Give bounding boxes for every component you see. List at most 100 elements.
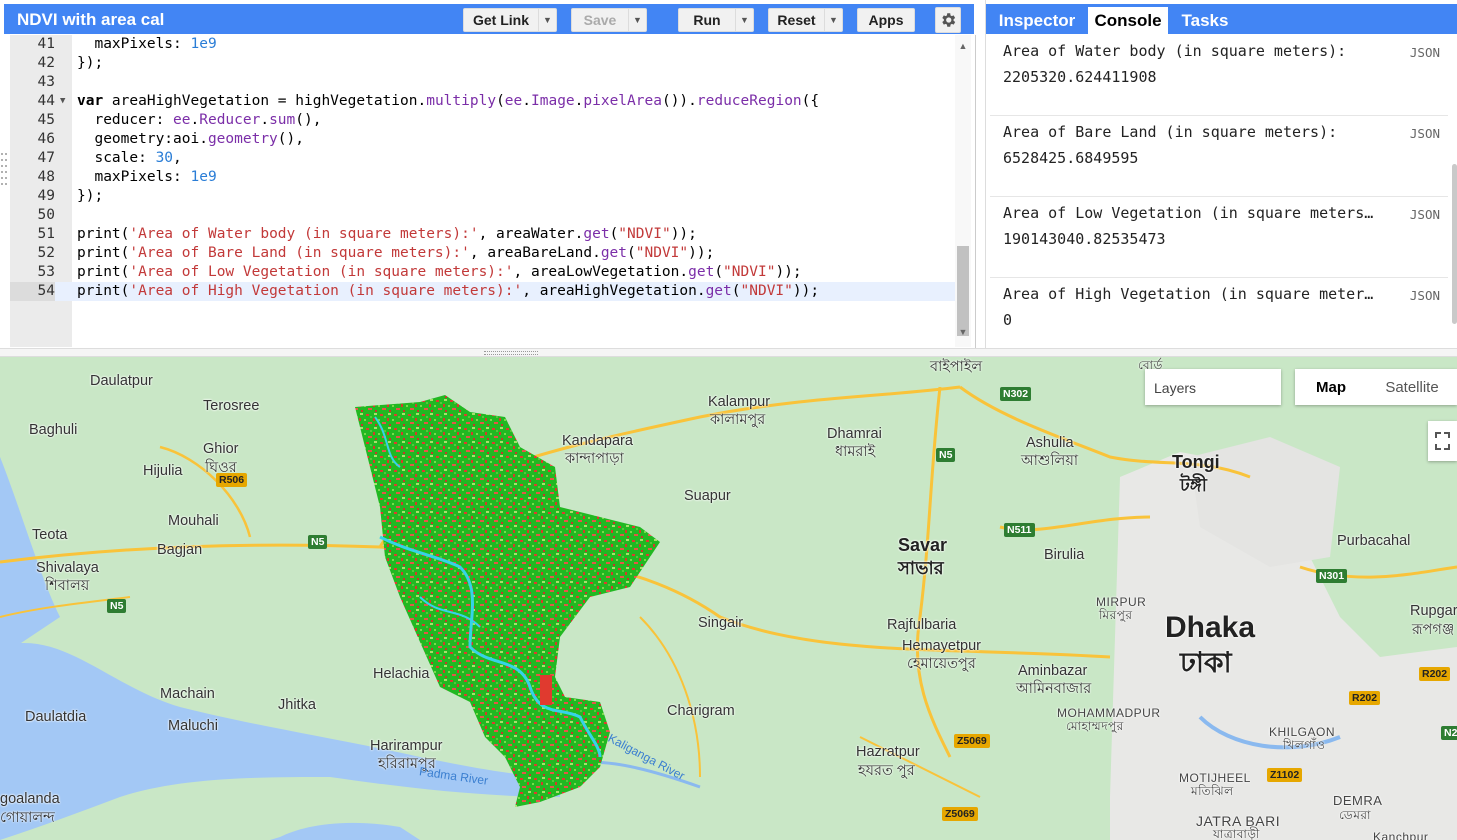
place-label: Charigram	[667, 703, 735, 719]
place-label: ধামরাই	[835, 444, 876, 460]
code-line[interactable]: 41 maxPixels: 1e9	[10, 35, 955, 54]
run-label: Run	[693, 12, 721, 28]
json-link[interactable]: JSON	[1410, 207, 1440, 222]
settings-button[interactable]	[935, 7, 961, 33]
code-line[interactable]: 50	[10, 206, 955, 225]
code-line[interactable]: 53 print('Area of Low Vegetation (in squa…	[10, 263, 955, 282]
line-number: 52	[37, 245, 55, 261]
code-line[interactable]: 44 ▼ var areaHighVegetation = highVegetati…	[10, 92, 955, 111]
layers-control[interactable]: Layers	[1145, 369, 1281, 405]
place-label: Daulatpur	[90, 373, 153, 389]
place-label: Suapur	[684, 488, 731, 504]
place-label: DEMRA	[1333, 793, 1383, 808]
code-line[interactable]: 54 print('Area of High Vegetation (in squ…	[10, 282, 955, 301]
console-entry-value: 6528425.6849595	[1003, 149, 1139, 167]
road-shield: N5	[107, 599, 127, 613]
place-label: হেমায়েতপুর	[907, 656, 976, 672]
tab-console[interactable]: Console	[1088, 7, 1168, 34]
place-label: সাভার	[898, 558, 944, 578]
get-link-button[interactable]: Get Link ▼	[463, 8, 557, 32]
code-text: scale: 30,	[77, 150, 182, 166]
map-type-satellite-button[interactable]: Satellite	[1367, 369, 1457, 405]
line-number: 47	[37, 150, 55, 166]
json-link[interactable]: JSON	[1410, 126, 1440, 141]
left-panel-grip[interactable]	[0, 150, 8, 190]
tab-inspector[interactable]: Inspector	[990, 7, 1084, 34]
console-scrollbar-thumb[interactable]	[1452, 164, 1457, 324]
code-text: reducer: ee.Reducer.sum(),	[77, 112, 322, 128]
road-shield: R506	[216, 473, 248, 487]
place-label: মিরপুর	[1099, 608, 1133, 622]
gear-icon	[942, 13, 956, 27]
code-line[interactable]: 43	[10, 73, 955, 92]
code-line[interactable]: 51 print('Area of Water body (in square m…	[10, 225, 955, 244]
place-label: Singair	[698, 615, 744, 631]
line-number: 41	[37, 36, 55, 52]
console-scrollbar[interactable]	[1451, 34, 1457, 348]
json-link[interactable]: JSON	[1410, 288, 1440, 303]
fullscreen-button[interactable]	[1428, 421, 1457, 461]
code-scrollbar[interactable]: ▲ ▼	[955, 35, 971, 347]
place-label: বাইপাইল	[930, 359, 983, 375]
code-text: });	[77, 55, 104, 71]
map-type-control: Map Satellite	[1295, 369, 1457, 405]
place-label: Ashulia	[1026, 435, 1074, 451]
place-label: Birulia	[1044, 547, 1085, 563]
reset-button[interactable]: Reset ▼	[768, 8, 843, 32]
get-link-dropdown-icon[interactable]: ▼	[538, 9, 556, 31]
place-label: আশুলিয়া	[1021, 453, 1079, 469]
scroll-down-icon[interactable]: ▼	[957, 327, 969, 339]
code-editor[interactable]: 41 maxPixels: 1e9 42}); 43 44 ▼ var areaHighV…	[10, 35, 955, 347]
code-line[interactable]: 48 maxPixels: 1e9	[10, 168, 955, 187]
scroll-up-icon[interactable]: ▲	[957, 41, 969, 53]
apps-button[interactable]: Apps	[857, 8, 915, 32]
place-label: Rajfulbaria	[887, 617, 957, 633]
splitter-grip-icon[interactable]	[484, 351, 538, 355]
place-label: গোয়ালন্দ	[0, 810, 55, 826]
code-editor-pane: NDVI with area cal Get Link ▼ Save ▼ Run…	[0, 0, 976, 348]
run-button[interactable]: Run ▼	[678, 8, 754, 32]
code-text: maxPixels: 1e9	[77, 169, 217, 185]
fold-arrow-icon[interactable]: ▼	[60, 92, 65, 111]
console-entry: Area of Bare Land (in square meters): 65…	[990, 115, 1448, 197]
place-label: Helachia	[373, 666, 430, 682]
place-label: Dhamrai	[827, 426, 882, 442]
code-scrollbar-thumb[interactable]	[957, 246, 969, 336]
code-line[interactable]: 49});	[10, 187, 955, 206]
editor-toolbar: NDVI with area cal Get Link ▼ Save ▼ Run…	[0, 0, 976, 35]
script-title: NDVI with area cal	[17, 10, 165, 29]
save-button[interactable]: Save ▼	[571, 8, 647, 32]
place-label: Ghior	[203, 441, 239, 457]
line-number: 53	[37, 264, 55, 280]
console-entry-label: Area of Low Vegetation (in square meters…	[1003, 204, 1374, 222]
code-text: print('Area of Water body (in square met…	[77, 226, 697, 242]
console-entry-label: Area of Water body (in square meters):	[1003, 42, 1347, 60]
place-label: Savar	[898, 535, 948, 555]
console-entry: Area of High Vegetation (in square meter…	[990, 277, 1448, 348]
place-label: Rupgar	[1410, 603, 1457, 619]
run-dropdown-icon[interactable]: ▼	[735, 9, 753, 31]
road-shield: R202	[1419, 667, 1451, 681]
map-type-map-button[interactable]: Map	[1295, 369, 1367, 405]
code-line[interactable]: 46 geometry:aoi.geometry(),	[10, 130, 955, 149]
map-splitter[interactable]	[0, 348, 1457, 357]
reset-dropdown-icon[interactable]: ▼	[824, 9, 842, 31]
place-label: Purbacahal	[1337, 533, 1411, 549]
line-number: 44	[37, 93, 55, 109]
map-view[interactable]: Daulatpur Terosree Baghuli Ghior ঘিওর Hi…	[0, 357, 1457, 840]
place-label: Terosree	[203, 398, 260, 414]
place-label: শিবালয়	[45, 578, 90, 594]
save-dropdown-icon[interactable]: ▼	[628, 9, 646, 31]
place-label: ডেমরা	[1339, 808, 1371, 822]
json-link[interactable]: JSON	[1410, 45, 1440, 60]
code-text: print('Area of High Vegetation (in squar…	[77, 283, 820, 299]
tab-tasks[interactable]: Tasks	[1172, 7, 1238, 34]
code-text: print('Area of Bare Land (in square mete…	[77, 245, 715, 261]
code-line[interactable]: 42});	[10, 54, 955, 73]
code-line[interactable]: 47 scale: 30,	[10, 149, 955, 168]
place-label: Daulatdia	[25, 709, 87, 725]
code-line[interactable]: 45 reducer: ee.Reducer.sum(),	[10, 111, 955, 130]
place-label: Kalampur	[708, 394, 771, 410]
line-number: 51	[37, 226, 55, 242]
code-line[interactable]: 52 print('Area of Bare Land (in square me…	[10, 244, 955, 263]
